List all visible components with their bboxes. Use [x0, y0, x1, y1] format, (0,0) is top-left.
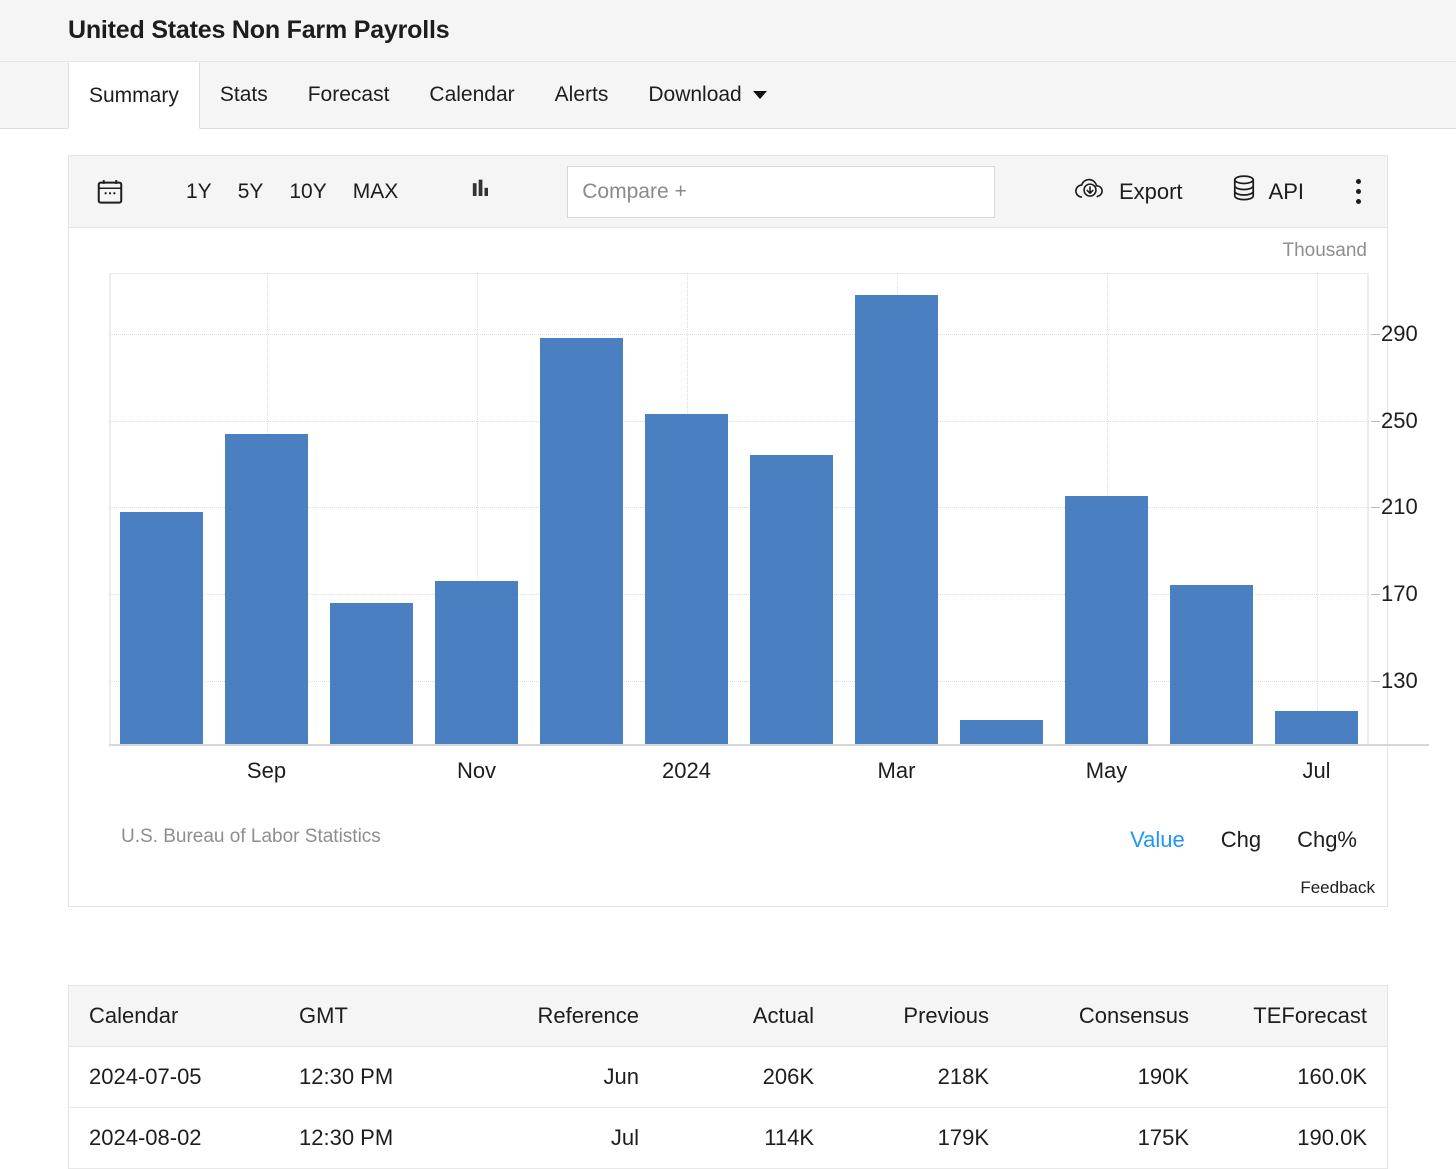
bar[interactable]	[1065, 496, 1148, 746]
x-axis-tick-label: Sep	[246, 758, 287, 783]
y-axis-tick-label: 170	[1371, 581, 1418, 607]
tab-calendar-label: Calendar	[429, 83, 515, 106]
cell-calendar: 2024-07-05	[69, 1046, 279, 1108]
legend-chg-pct[interactable]: Chg%	[1297, 827, 1357, 853]
kebab-menu-icon[interactable]	[1356, 179, 1361, 204]
bar-chart-icon[interactable]	[467, 175, 495, 208]
cell-previous: 218K	[834, 1046, 1009, 1108]
tab-stats-label: Stats	[219, 83, 268, 106]
api-button[interactable]: API	[1231, 174, 1304, 210]
tab-forecast[interactable]: Forecast	[288, 62, 410, 128]
vertical-gridline	[1316, 273, 1318, 746]
range-selector: 1Y 5Y 10Y MAX	[173, 176, 411, 208]
chart-area: Thousand 290 250 210 170 130 Sep Nov 2024 Mar Ma…	[69, 228, 1429, 906]
table-row[interactable]: 2024-07-05 12:30 PM Jun 206K 218K 190K 1…	[69, 1046, 1387, 1108]
chart-legend: Value Chg Chg%	[1130, 827, 1357, 853]
chart-card: 1Y 5Y 10Y MAX Expor	[68, 155, 1429, 907]
cloud-download-icon	[1073, 175, 1107, 209]
cell-teforecast: 160.0K	[1209, 1046, 1387, 1108]
chart-source: U.S. Bureau of Labor Statistics	[121, 826, 381, 847]
tab-forecast-label: Forecast	[307, 83, 390, 106]
cell-gmt: 12:30 PM	[279, 1046, 469, 1108]
x-axis-tick-label: 2024	[662, 758, 711, 783]
table-body: 2024-07-05 12:30 PM Jun 206K 218K 190K 1…	[69, 1046, 1387, 1169]
tab-summary-label: Summary	[89, 83, 179, 107]
bar[interactable]	[1170, 585, 1253, 746]
x-axis-tick-label: Nov	[456, 758, 497, 783]
x-axis-line	[109, 744, 1429, 746]
cell-gmt: 12:30 PM	[279, 1107, 469, 1169]
col-reference[interactable]: Reference	[469, 986, 659, 1047]
col-teforecast[interactable]: TEForecast	[1209, 986, 1387, 1047]
col-consensus[interactable]: Consensus	[1009, 986, 1209, 1047]
cell-actual: 114K	[659, 1107, 834, 1169]
legend-value[interactable]: Value	[1130, 827, 1185, 853]
tab-alerts[interactable]: Alerts	[535, 62, 629, 128]
legend-chg[interactable]: Chg	[1221, 827, 1261, 853]
col-actual[interactable]: Actual	[659, 986, 834, 1047]
page-header: United States Non Farm Payrolls	[0, 0, 1456, 62]
cell-previous: 179K	[834, 1107, 1009, 1169]
tab-stats[interactable]: Stats	[200, 62, 288, 128]
cell-reference: Jul	[469, 1107, 659, 1169]
gridline	[109, 333, 1369, 335]
bar[interactable]	[855, 294, 938, 746]
table-row[interactable]: 2024-08-02 12:30 PM Jul 114K 179K 175K 1…	[69, 1107, 1387, 1169]
cell-consensus: 175K	[1009, 1107, 1209, 1169]
calendar-icon[interactable]	[95, 177, 125, 207]
bar[interactable]	[435, 581, 518, 746]
col-calendar[interactable]: Calendar	[69, 986, 279, 1047]
chart-plot: 290 250 210 170 130 Sep Nov 2024 Mar May Jul	[109, 273, 1429, 783]
tab-summary[interactable]: Summary	[68, 62, 200, 129]
x-axis-tick-label: Jul	[1302, 758, 1331, 783]
bar[interactable]	[1275, 711, 1358, 746]
tab-download-label: Download	[648, 83, 742, 106]
tab-download[interactable]: Download	[628, 62, 786, 128]
compare-input[interactable]	[567, 165, 996, 218]
cell-teforecast: 190.0K	[1209, 1107, 1387, 1169]
col-gmt[interactable]: GMT	[279, 986, 469, 1047]
x-axis-tick-label: May	[1085, 758, 1128, 783]
cell-actual: 206K	[659, 1046, 834, 1108]
page-title: United States Non Farm Payrolls	[68, 16, 450, 44]
col-previous[interactable]: Previous	[834, 986, 1009, 1047]
bar[interactable]	[120, 511, 203, 746]
feedback-link[interactable]: Feedback	[1300, 878, 1375, 898]
database-icon	[1231, 174, 1257, 210]
range-5y[interactable]: 5Y	[225, 176, 277, 208]
bar[interactable]	[330, 602, 413, 746]
range-max[interactable]: MAX	[340, 176, 412, 208]
bar[interactable]	[960, 719, 1043, 746]
tab-calendar[interactable]: Calendar	[409, 62, 534, 128]
y-axis-tick-label: 290	[1371, 320, 1418, 346]
tab-bar: Summary Stats Forecast Calendar Alerts D…	[0, 62, 1456, 129]
cell-reference: Jun	[469, 1046, 659, 1108]
table-head: Calendar GMT Reference Actual Previous C…	[69, 986, 1387, 1047]
cell-calendar: 2024-08-02	[69, 1107, 279, 1169]
tab-alerts-label: Alerts	[554, 83, 609, 106]
bar[interactable]	[540, 338, 623, 746]
export-button[interactable]: Export	[1073, 175, 1183, 209]
x-axis-tick-label: Mar	[877, 758, 916, 783]
gridline	[109, 420, 1369, 422]
chart-toolbar: 1Y 5Y 10Y MAX Expor	[69, 156, 1387, 228]
y-axis-tick-label: 130	[1371, 667, 1418, 693]
export-label: Export	[1118, 178, 1183, 204]
chevron-down-icon	[752, 91, 767, 99]
bar[interactable]	[225, 433, 308, 746]
toolbar-actions: Export API	[1073, 174, 1369, 210]
chart-unit-label: Thousand	[1282, 240, 1367, 261]
cell-consensus: 190K	[1009, 1046, 1209, 1108]
bar[interactable]	[750, 455, 833, 746]
range-10y[interactable]: 10Y	[276, 176, 339, 208]
api-label: API	[1268, 178, 1304, 204]
table-header-row: Calendar GMT Reference Actual Previous C…	[69, 986, 1387, 1047]
y-axis-tick-label: 250	[1371, 407, 1418, 433]
calendar-table: Calendar GMT Reference Actual Previous C…	[69, 986, 1387, 1169]
calendar-table-wrap: Calendar GMT Reference Actual Previous C…	[68, 985, 1388, 1169]
range-1y[interactable]: 1Y	[173, 176, 225, 208]
bar[interactable]	[645, 414, 728, 746]
y-axis-tick-label: 210	[1371, 494, 1418, 520]
